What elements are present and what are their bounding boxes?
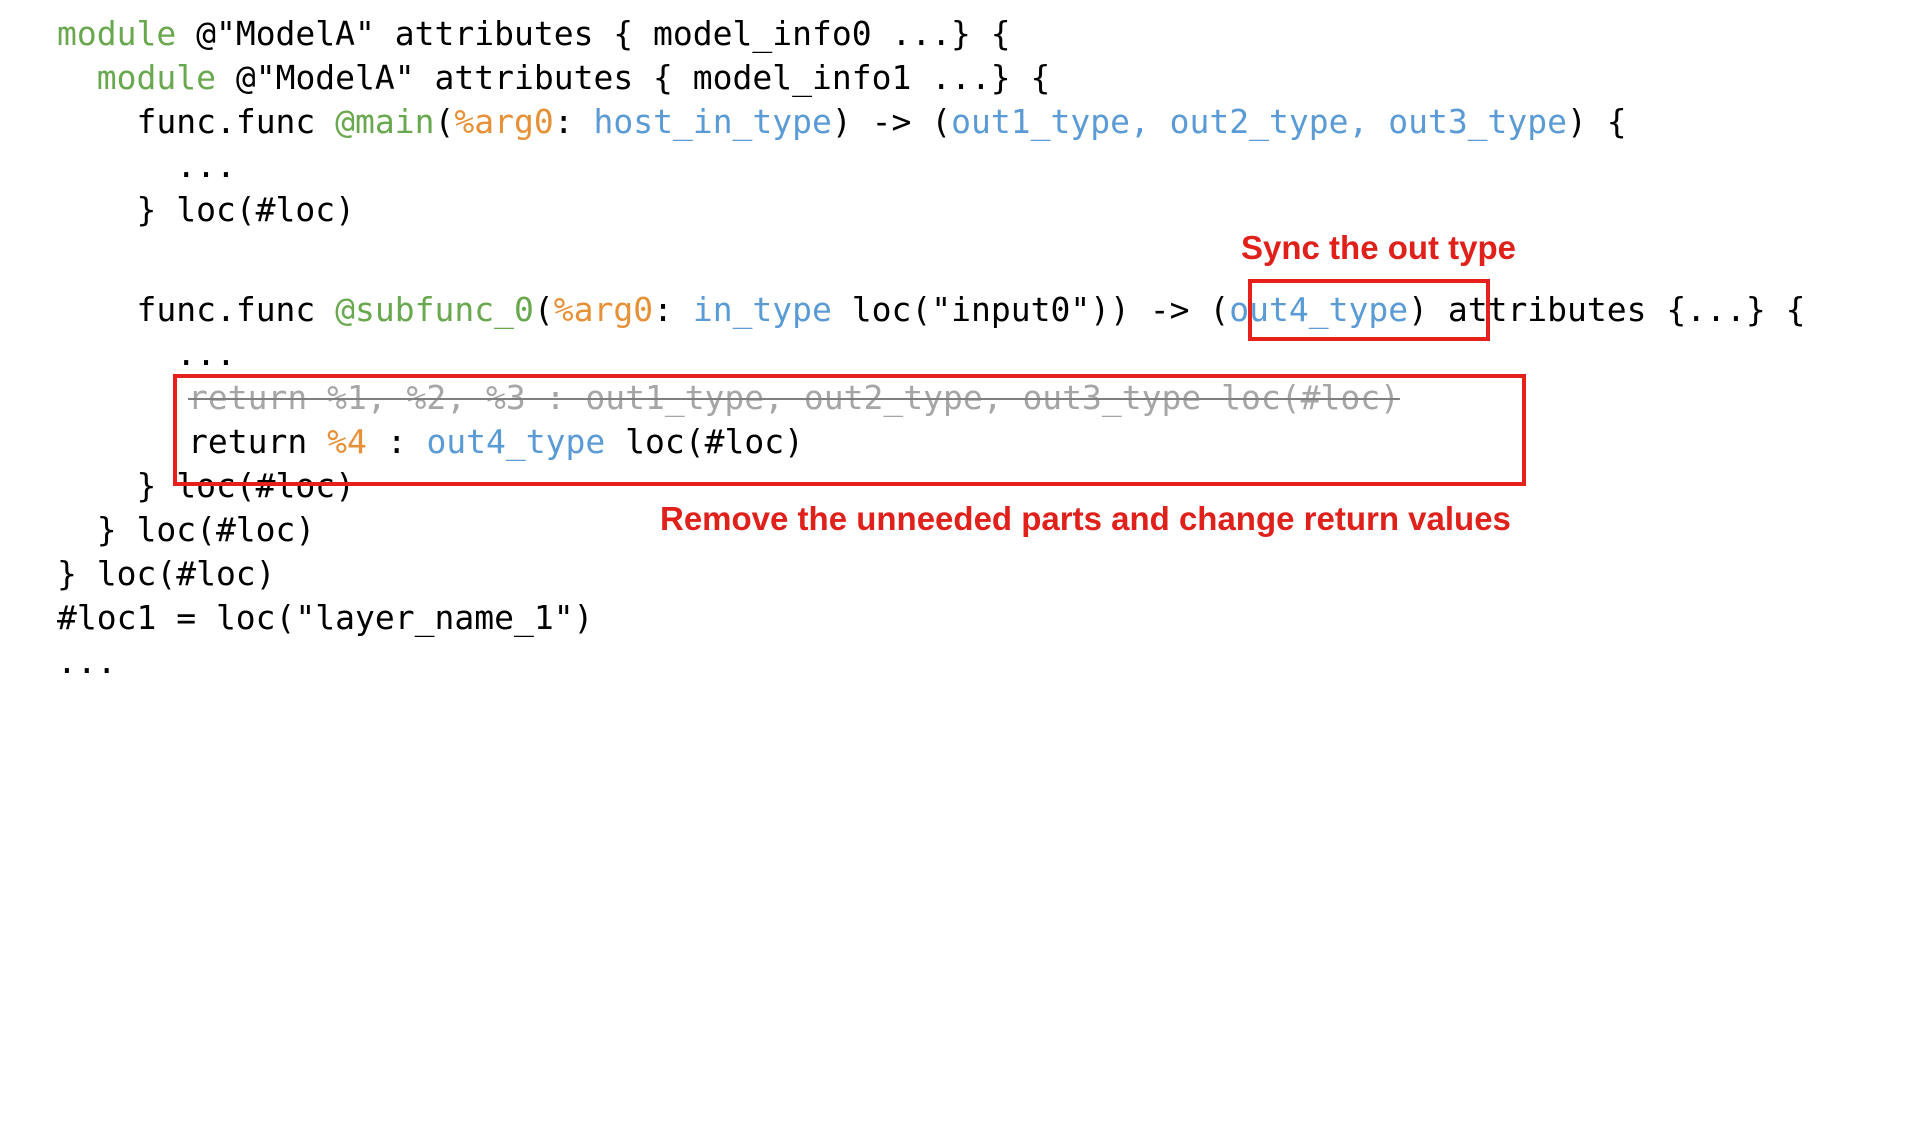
code-line-6: func.func @subfunc_0(%arg0: in_type loc(…	[57, 288, 1805, 332]
code-text: @"ModelA" attributes { model_info0 ...} …	[176, 14, 1011, 53]
code-text: (	[533, 290, 554, 329]
module-keyword: module	[57, 14, 177, 53]
code-block: module @"ModelA" attributes { model_info…	[57, 0, 1805, 1131]
remove-parts-note: Remove the unneeded parts and change ret…	[660, 500, 1511, 537]
code-text: func.func	[136, 290, 336, 329]
code-text: ) -> (	[831, 102, 952, 141]
code-line-14: ...	[57, 642, 117, 681]
code-text: loc("input0")) ->	[831, 290, 1210, 329]
code-text: :	[553, 102, 594, 141]
input-type: in_type	[692, 290, 832, 329]
code-line-2: module @"ModelA" attributes { model_info…	[57, 56, 1051, 100]
argument: %arg0	[454, 102, 554, 141]
code-line-3: func.func @main(%arg0: host_in_type) -> …	[57, 100, 1627, 144]
code-line-7: ...	[57, 334, 236, 373]
function-name: @main	[335, 102, 435, 141]
code-text: (	[1209, 290, 1230, 329]
code-line-1: module @"ModelA" attributes { model_info…	[57, 12, 1011, 56]
code-line-13: #loc1 = loc("layer_name_1")	[57, 598, 594, 637]
code-text: :	[653, 290, 693, 329]
return-highlight-box	[173, 374, 1526, 486]
out-type-highlight-box	[1248, 279, 1490, 341]
code-text: func.func	[136, 102, 336, 141]
input-type: host_in_type	[593, 102, 832, 141]
code-line-12: } loc(#loc)	[57, 554, 276, 593]
module-keyword: module	[96, 58, 216, 97]
code-text: @"ModelA" attributes { model_info1 ...} …	[215, 58, 1051, 97]
code-line-4: ...	[57, 146, 236, 185]
code-line-11: } loc(#loc)	[57, 510, 316, 549]
code-line-5: } loc(#loc)	[57, 190, 356, 229]
code-text: (	[434, 102, 455, 141]
code-text: ) {	[1567, 102, 1627, 141]
argument: %arg0	[553, 290, 654, 329]
sync-out-type-note: Sync the out type	[1241, 229, 1517, 266]
output-types: out1_type, out2_type, out3_type	[951, 102, 1568, 141]
function-name: @subfunc_0	[335, 290, 534, 329]
